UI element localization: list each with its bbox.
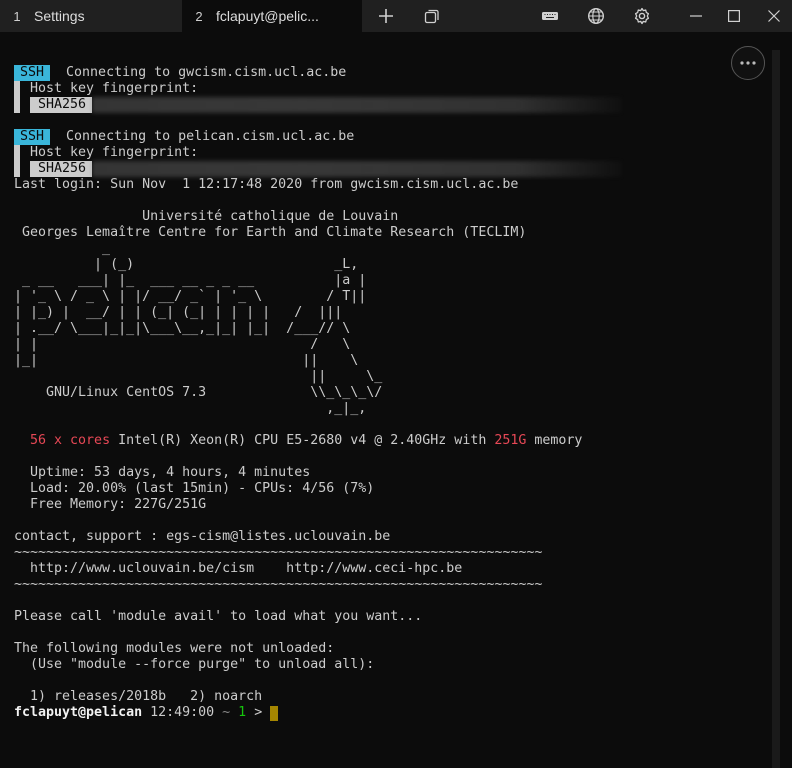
contact-line: contact, support : egs-cism@listes.uclou… bbox=[14, 529, 391, 544]
tab-settings[interactable]: 1 Settings bbox=[0, 0, 182, 32]
text-cursor bbox=[270, 706, 279, 721]
maximize-icon bbox=[728, 10, 740, 22]
tab-bar: 1 Settings 2 fclapuyt@pelic... bbox=[0, 0, 792, 32]
sha256-badge: SHA256 bbox=[30, 97, 93, 113]
last-login-line: Last login: Sun Nov 1 12:17:48 2020 from… bbox=[14, 177, 519, 192]
memory-word: memory bbox=[526, 433, 583, 448]
fingerprint-label-line: Host key fingerprint: bbox=[14, 81, 772, 97]
load-line: Load: 20.00% (last 15min) - CPUs: 4/56 (… bbox=[14, 481, 375, 496]
tab-title: fclapuyt@pelic... bbox=[216, 8, 319, 24]
prompt-arrow: > bbox=[246, 705, 271, 720]
prompt-user-host: fclapuyt@pelican bbox=[14, 705, 143, 720]
links-line: http://www.uclouvain.be/cism http://www.… bbox=[14, 561, 463, 576]
ascii-art-line: |_| || \ bbox=[14, 353, 359, 368]
ascii-art-line: _ bbox=[14, 241, 111, 256]
tab-number: 1 bbox=[13, 8, 21, 24]
force-purge-hint: (Use "module --force purge" to unload al… bbox=[14, 657, 375, 672]
ascii-art-line: ,_|_, bbox=[14, 401, 367, 416]
separator-line: ~~~~~~~~~~~~~~~~~~~~~~~~~~~~~~~~~~~~~~~~… bbox=[14, 545, 543, 560]
ssh-connect-line: SSH Connecting to gwcism.cism.ucl.ac.be bbox=[14, 65, 772, 81]
fingerprint-label: Host key fingerprint: bbox=[30, 81, 199, 96]
cpu-line: 56 x cores Intel(R) Xeon(R) CPU E5-2680 … bbox=[14, 433, 772, 449]
more-horizontal-icon bbox=[740, 61, 756, 65]
fingerprint-value-line: SHA256 bbox=[14, 97, 772, 113]
tab-number: 2 bbox=[195, 8, 203, 24]
minimize-icon bbox=[690, 15, 702, 17]
ascii-art-line: GNU/Linux CentOS 7.3 \\_\_\_\/ bbox=[14, 385, 383, 400]
ascii-art-line: | (_) _L, bbox=[14, 257, 359, 272]
fingerprint-label: Host key fingerprint: bbox=[30, 145, 199, 160]
keyboard-button[interactable] bbox=[536, 0, 564, 32]
cpu-model: Intel(R) Xeon(R) CPU E5-2680 v4 @ 2.40GH… bbox=[110, 433, 495, 448]
ssh-connect-text: Connecting to pelican.cism.ucl.ac.be bbox=[58, 129, 355, 144]
duplicate-icon bbox=[424, 9, 439, 24]
ascii-art-line: _ __ ___| |_ ___ __ _ _ __ |a | bbox=[14, 273, 367, 288]
globe-icon bbox=[587, 7, 605, 25]
ssh-badge: SSH bbox=[14, 129, 51, 145]
shell-prompt[interactable]: fclapuyt@pelican 12:49:00 ~ 1 > bbox=[14, 705, 772, 721]
tab-ssh-session[interactable]: 2 fclapuyt@pelic... bbox=[182, 0, 362, 32]
tab-title: Settings bbox=[34, 8, 85, 24]
close-window-button[interactable] bbox=[756, 0, 792, 32]
minimize-button[interactable] bbox=[678, 0, 714, 32]
free-memory-line: Free Memory: 227G/251G bbox=[14, 497, 207, 512]
duplicate-tab-button[interactable] bbox=[418, 0, 446, 32]
gear-icon bbox=[634, 7, 650, 25]
ascii-art-line: | .__/ \___|_|_|\___\__,_|_| |_| /___// … bbox=[14, 321, 351, 336]
redacted-fingerprint bbox=[92, 97, 623, 113]
ssh-connect-line: SSH Connecting to pelican.cism.ucl.ac.be bbox=[14, 129, 772, 145]
maximize-button[interactable] bbox=[716, 0, 752, 32]
prompt-tilde: ~ bbox=[222, 705, 231, 720]
redacted-fingerprint bbox=[92, 161, 623, 177]
keyboard-icon bbox=[542, 12, 558, 20]
motd-title: Université catholique de Louvain bbox=[14, 209, 399, 224]
ascii-art-line: || \_ bbox=[14, 369, 383, 384]
ascii-art-line: | | / \ bbox=[14, 337, 351, 352]
module-hint-line: Please call 'module avail' to load what … bbox=[14, 609, 423, 624]
cpu-cores: 56 x cores bbox=[30, 433, 111, 448]
sha256-badge: SHA256 bbox=[30, 161, 93, 177]
modules-list-line: 1) releases/2018b 2) noarch bbox=[14, 689, 263, 704]
uptime-line: Uptime: 53 days, 4 hours, 4 minutes bbox=[14, 465, 311, 480]
terminal-scrollbar[interactable] bbox=[772, 50, 780, 768]
fingerprint-label-line: Host key fingerprint: bbox=[14, 145, 772, 161]
new-tab-button[interactable] bbox=[372, 0, 400, 32]
close-icon bbox=[768, 10, 780, 22]
not-unloaded-line: The following modules were not unloaded: bbox=[14, 641, 335, 656]
prompt-count: 1 bbox=[230, 705, 247, 720]
ssh-badge: SSH bbox=[14, 65, 51, 81]
ascii-art-line: | '_ \ / _ \ | |/ __/ _` | '_ \ / T|| bbox=[14, 289, 367, 304]
motd-subtitle: Georges Lemaître Centre for Earth and Cl… bbox=[14, 225, 527, 240]
globe-button[interactable] bbox=[582, 0, 610, 32]
plus-icon bbox=[379, 9, 393, 23]
terminal-output[interactable]: SSH Connecting to gwcism.cism.ucl.ac.be … bbox=[0, 33, 772, 768]
more-options-button[interactable] bbox=[731, 46, 765, 80]
memory-amount: 251G bbox=[494, 433, 527, 448]
ascii-art-line: | |_) | __/ | | (_| (_| | | | | / ||| bbox=[14, 305, 343, 320]
separator-line: ~~~~~~~~~~~~~~~~~~~~~~~~~~~~~~~~~~~~~~~~… bbox=[14, 577, 543, 592]
prompt-time: 12:49:00 bbox=[142, 705, 223, 720]
fingerprint-value-line: SHA256 bbox=[14, 161, 772, 177]
settings-button[interactable] bbox=[628, 0, 656, 32]
ssh-connect-text: Connecting to gwcism.cism.ucl.ac.be bbox=[58, 65, 347, 80]
